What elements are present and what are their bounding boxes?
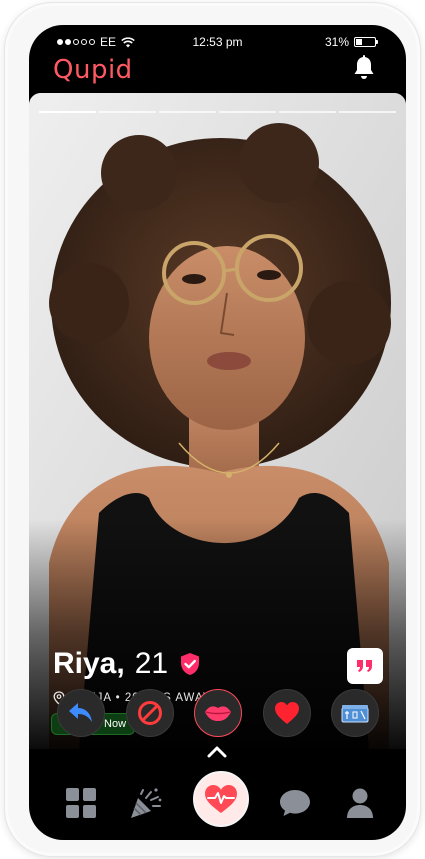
photo-progress-segment — [159, 111, 216, 113]
nav-match[interactable] — [192, 771, 249, 827]
lips-icon — [205, 706, 231, 721]
undo-icon — [69, 703, 92, 722]
bell-icon[interactable] — [352, 55, 376, 81]
photo-progress-segment — [339, 111, 396, 113]
heart-icon — [274, 702, 299, 724]
party-popper-icon — [130, 788, 162, 818]
photo-progress-segment — [279, 111, 336, 113]
chevron-up-icon[interactable] — [206, 745, 228, 759]
kiss-button[interactable] — [194, 689, 242, 737]
like-button[interactable] — [262, 689, 311, 737]
nav-messages[interactable] — [277, 785, 313, 821]
chat-icon — [280, 790, 311, 816]
grid-icon — [66, 788, 96, 818]
nav-profile[interactable] — [342, 785, 378, 821]
photo-progress-segment — [99, 111, 156, 113]
photo-progress — [39, 111, 396, 113]
profile-name: Riya, — [53, 647, 125, 680]
verified-badge-icon — [181, 653, 200, 675]
battery-icon — [354, 37, 378, 47]
block-icon — [137, 701, 162, 725]
gift-icon — [341, 705, 369, 723]
status-bar: EE 12:53 pm 31% — [29, 25, 406, 55]
app-logo: Qupid — [53, 55, 133, 85]
bottom-nav — [29, 766, 406, 840]
status-right: 31% — [324, 35, 378, 49]
nav-party[interactable] — [128, 785, 164, 821]
quote-icon — [357, 660, 372, 672]
heartbeat-icon — [204, 785, 237, 813]
battery-percent: 31% — [324, 35, 349, 49]
phone-frame: EE 12:53 pm 31% Qupid Riya, 21 • AWAY No… — [4, 2, 421, 857]
profile-age: 21 — [134, 647, 169, 680]
user-icon — [347, 788, 373, 818]
quote-button[interactable] — [347, 648, 383, 684]
gift-button[interactable] — [331, 689, 379, 737]
battery-fill — [356, 39, 362, 45]
phone-screen: EE 12:53 pm 31% Qupid Riya, 21 • AWAY No… — [29, 25, 406, 840]
photo-progress-segment — [219, 111, 276, 113]
undo-button[interactable] — [57, 689, 105, 737]
action-bar — [57, 689, 379, 737]
block-button[interactable] — [125, 689, 174, 737]
profile-name-row: Riya, 21 — [53, 647, 202, 681]
profile-card[interactable]: Riya,21 ABUJA • 20 KMS AWAY — [29, 93, 406, 749]
nav-discover[interactable] — [63, 785, 99, 821]
photo-progress-segment — [39, 111, 96, 113]
